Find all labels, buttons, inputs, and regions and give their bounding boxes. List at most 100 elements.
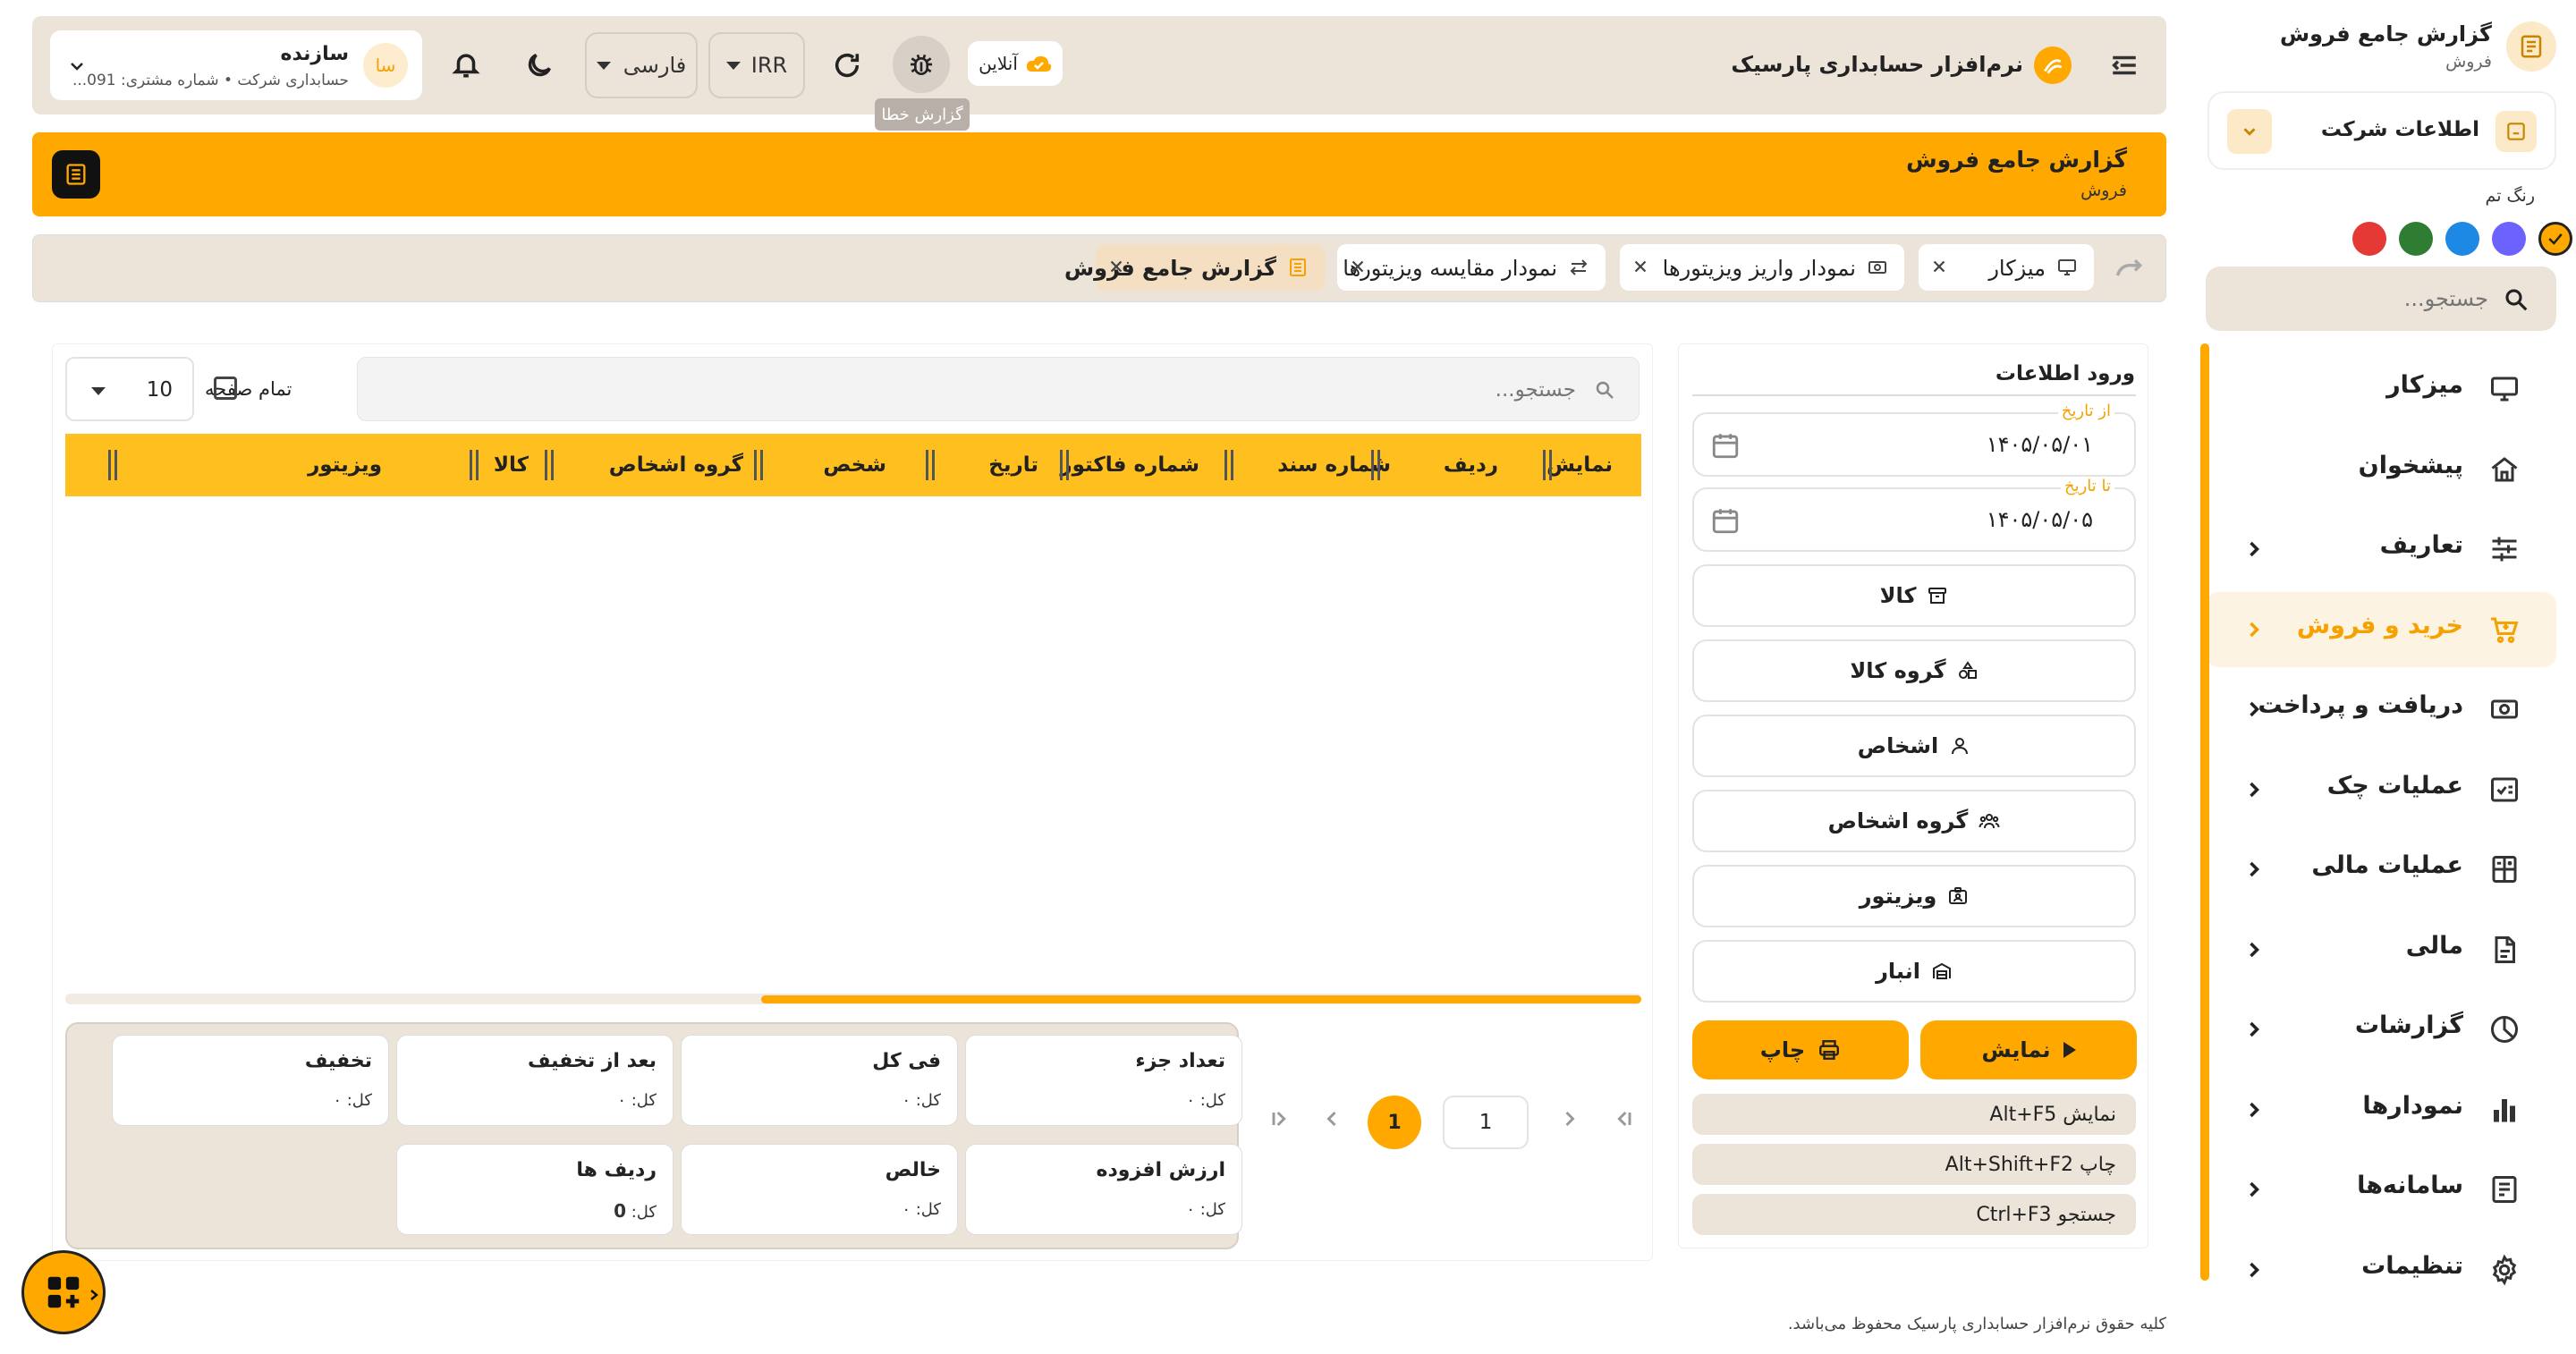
column-header[interactable]: تاریخ <box>988 434 1038 496</box>
report-menu-button[interactable] <box>52 150 100 199</box>
from-date-label: از تاریخ <box>2057 402 2114 420</box>
column-header[interactable]: گروه اشخاص <box>609 434 743 496</box>
footer-copyright: کلیه حقوق نرم‌افزار حسابداری پارسیک محفو… <box>1787 1315 2166 1333</box>
tab-2[interactable]: نمودار مقایسه ویزیتورها <box>1337 244 1606 291</box>
notification-bell-icon[interactable] <box>451 48 481 80</box>
table-search-input[interactable] <box>1039 370 1576 410</box>
summary-card: ارزش افزوده کل: ۰ <box>965 1144 1242 1235</box>
theme-color-swatch[interactable] <box>2538 222 2572 256</box>
column-resize-handle[interactable] <box>1224 450 1233 480</box>
chevron-left-icon <box>2241 1257 2267 1282</box>
filter-button-1[interactable]: گروه کالا <box>1692 639 2136 702</box>
sidebar-search[interactable] <box>2206 267 2556 331</box>
sidebar-item-9[interactable]: نمودارها <box>2206 1072 2556 1147</box>
sidebar-item-3[interactable]: خرید و فروش <box>2206 591 2556 667</box>
user-card[interactable]: سا سازنده حسابداری شرکت • شماره مشتری: 0… <box>50 30 422 100</box>
theme-color-swatch[interactable] <box>2352 222 2386 256</box>
bug-icon <box>911 54 932 75</box>
refresh-icon[interactable] <box>832 50 862 80</box>
current-page-button[interactable]: 1 <box>1368 1096 1421 1149</box>
monitor-icon <box>2488 373 2521 405</box>
first-page-icon[interactable] <box>1267 1106 1292 1131</box>
shortcut-hint: چاپ Alt+Shift+F2 <box>1692 1144 2136 1185</box>
to-date-field[interactable]: تا تاریخ ۱۴۰۵/۰۵/۰۵ <box>1692 477 2136 552</box>
chevron-left-icon <box>2241 697 2267 722</box>
currency-select[interactable]: IRR <box>708 32 805 98</box>
column-resize-handle[interactable] <box>926 450 935 480</box>
filter-button-0[interactable]: کالا <box>1692 564 2136 627</box>
show-button[interactable]: نمایش <box>1920 1020 2137 1079</box>
calendar-icon[interactable] <box>1710 430 1741 461</box>
sidebar-scrollbar[interactable] <box>2200 343 2209 1281</box>
close-icon[interactable] <box>1631 257 1650 276</box>
column-header[interactable]: کالا <box>494 434 529 496</box>
prev-page-icon[interactable] <box>1319 1106 1344 1131</box>
tab-label: گزارش جامع فروش <box>1064 256 1276 281</box>
form-title: ورود اطلاعات <box>1995 362 2135 385</box>
tab-3[interactable]: گزارش جامع فروش <box>1064 244 1325 291</box>
theme-color-swatch[interactable] <box>2445 222 2479 256</box>
column-header[interactable]: شماره فاکتور <box>1060 434 1199 496</box>
print-button[interactable]: چاپ <box>1692 1020 1909 1079</box>
currency-value: IRR <box>750 53 788 78</box>
tab-0[interactable]: میزکار <box>1919 244 2094 291</box>
theme-color-swatch[interactable] <box>2399 222 2433 256</box>
sidebar-item-label: دریافت و پرداخت <box>2258 691 2463 719</box>
company-icon <box>2496 111 2537 152</box>
last-page-icon[interactable] <box>1611 1106 1636 1131</box>
column-header[interactable]: شخص <box>823 434 886 496</box>
sidebar-item-label: نمودارها <box>2362 1091 2463 1120</box>
sidebar-item-10[interactable]: سامانه‌ها <box>2206 1152 2556 1227</box>
filter-button-4[interactable]: ویزیتور <box>1692 865 2136 927</box>
column-resize-handle[interactable] <box>1060 450 1069 480</box>
menu-toggle-icon[interactable] <box>2109 50 2140 80</box>
summary-value: کل: ۰ <box>902 1091 941 1110</box>
sidebar-item-8[interactable]: گزارشات <box>2206 992 2556 1067</box>
sidebar-item-11[interactable]: تنظیمات <box>2206 1232 2556 1307</box>
column-resize-handle[interactable] <box>1371 450 1380 480</box>
summary-value-prefix: کل: <box>631 1203 657 1222</box>
tab-1[interactable]: نمودار واریز ویزیتورها <box>1620 244 1904 291</box>
column-resize-handle[interactable] <box>470 450 479 480</box>
apps-fab-button[interactable] <box>21 1250 106 1334</box>
calendar-icon[interactable] <box>1710 505 1741 536</box>
dark-mode-icon[interactable] <box>524 50 555 80</box>
summary-panel: تعداد جزء کل: ۰ فی کل کل: ۰ بعد از تخفیف کل: … <box>65 1022 1242 1249</box>
column-header[interactable]: نمایش <box>1546 434 1613 496</box>
table-scrollbar[interactable] <box>761 995 1641 1003</box>
filter-button-2[interactable]: اشخاص <box>1692 715 2136 777</box>
sidebar-item-2[interactable]: تعاریف <box>2206 512 2556 587</box>
column-resize-handle[interactable] <box>1543 450 1552 480</box>
bug-report-button[interactable] <box>893 36 950 93</box>
close-icon[interactable] <box>1929 257 1949 276</box>
close-icon[interactable] <box>1348 257 1368 276</box>
sidebar-item-4[interactable]: دریافت و پرداخت <box>2206 672 2556 747</box>
column-resize-handle[interactable] <box>545 450 554 480</box>
table-search[interactable] <box>357 357 1640 421</box>
filter-button-3[interactable]: گروه اشخاص <box>1692 790 2136 852</box>
chevron-down-icon[interactable] <box>66 55 88 77</box>
column-header[interactable]: ویزیتور <box>308 434 382 496</box>
sidebar-item-0[interactable]: میزکار <box>2206 351 2556 427</box>
redo-icon[interactable] <box>2114 257 2144 282</box>
sidebar-item-5[interactable]: عملیات چک <box>2206 752 2556 827</box>
filter-button-label: گروه اشخاص <box>1827 808 1969 834</box>
page-number-input[interactable]: 1 <box>1443 1096 1529 1149</box>
sidebar-item-7[interactable]: مالی <box>2206 912 2556 987</box>
column-resize-handle[interactable] <box>754 450 763 480</box>
filter-button-5[interactable]: انبار <box>1692 940 2136 1003</box>
sidebar-item-1[interactable]: پیشخوان <box>2206 432 2556 507</box>
sidebar-item-6[interactable]: عملیات مالی <box>2206 832 2556 907</box>
language-select[interactable]: فارسی <box>585 32 698 98</box>
all-pages-checkbox[interactable] <box>214 377 237 400</box>
company-expand-button[interactable] <box>2227 109 2272 154</box>
from-date-field[interactable]: از تاریخ ۱۴۰۵/۰۵/۰۱ <box>1692 402 2136 477</box>
theme-color-swatch[interactable] <box>2492 222 2526 256</box>
next-page-icon[interactable] <box>1557 1106 1582 1131</box>
company-info-card[interactable]: اطلاعات شرکت <box>2207 91 2556 170</box>
column-header[interactable]: ردیف <box>1444 434 1498 496</box>
page-size-select[interactable]: 10 <box>65 357 194 421</box>
sidebar-search-input[interactable] <box>2238 279 2488 318</box>
column-resize-handle[interactable] <box>108 450 117 480</box>
close-icon[interactable] <box>1106 257 1126 276</box>
